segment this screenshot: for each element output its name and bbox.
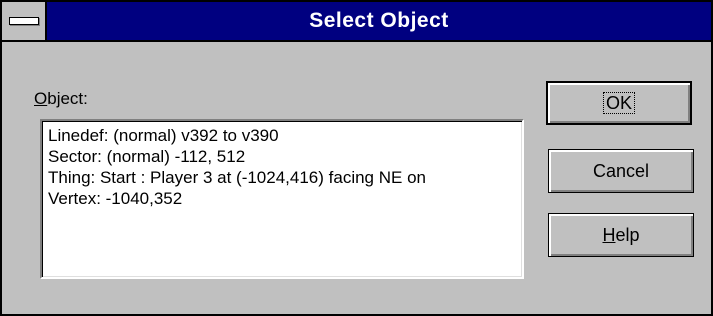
list-item[interactable]: Thing: Start : Player 3 at (-1024,416) f… [48,167,522,188]
object-listbox[interactable]: Linedef: (normal) v392 to v390 Sector: (… [40,119,524,279]
object-label: Object: [34,89,88,108]
help-button[interactable]: Help [548,213,694,257]
window-title: Select Object [309,9,449,32]
select-object-dialog: Select Object Object: Linedef: (normal) … [0,0,713,316]
cancel-button[interactable]: Cancel [548,149,694,193]
system-menu-icon [9,17,39,25]
system-menu-button[interactable] [2,2,47,40]
list-item[interactable]: Sector: (normal) -112, 512 [48,146,522,167]
list-item[interactable]: Vertex: -1040,352 [48,188,522,209]
ok-button[interactable]: OK [546,81,692,125]
title-bar: Select Object [2,2,711,42]
ok-button-label: OK [602,92,635,114]
list-item[interactable]: Linedef: (normal) v392 to v390 [48,125,522,146]
